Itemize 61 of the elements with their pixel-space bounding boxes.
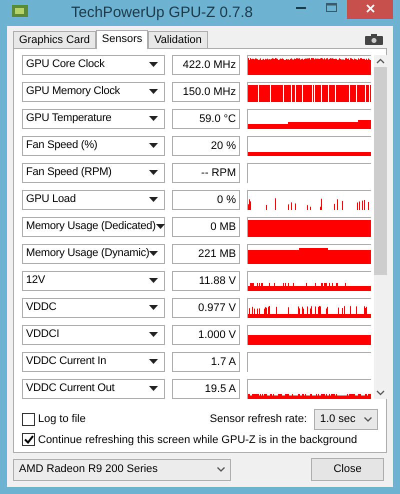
tab[interactable]: Graphics Card — [13, 30, 96, 48]
minimize-icon[interactable] — [296, 7, 306, 10]
sensor-value: -- RPM — [172, 162, 240, 182]
refresh-rate-select[interactable]: 1.0 sec — [314, 408, 378, 430]
sensor-value: 0 MB — [172, 216, 240, 236]
sensor-value: 0 % — [172, 190, 240, 210]
scroll-down-icon[interactable] — [376, 390, 385, 396]
sensor-value: 1.7 A — [172, 352, 240, 372]
sensor-select[interactable]: GPU Load — [22, 190, 165, 210]
sensor-select[interactable]: 12V — [22, 270, 165, 290]
dropdown-arrow-icon — [156, 224, 165, 229]
sensor-value: 11.88 V — [172, 270, 240, 290]
sensor-select[interactable]: GPU Core Clock — [22, 54, 165, 74]
sensor-value: 0.977 V — [172, 298, 240, 318]
window-title: TechPowerUp GPU-Z 0.7.8 — [70, 2, 254, 22]
sensor-select[interactable]: GPU Temperature — [22, 108, 165, 128]
sensor-select[interactable]: VDDC — [22, 298, 165, 318]
device-select[interactable]: AMD Radeon R9 200 Series — [13, 458, 231, 480]
dropdown-arrow-icon — [149, 143, 158, 148]
sensor-value: 422.0 MHz — [172, 54, 240, 74]
dropdown-arrow-icon — [149, 278, 158, 283]
sensor-select[interactable]: Memory Usage (Dynamic) — [22, 244, 165, 264]
dropdown-arrow-icon — [149, 89, 158, 94]
tab[interactable]: Validation — [148, 30, 208, 48]
dropdown-arrow-icon — [149, 305, 158, 310]
continue-checkbox[interactable] — [22, 433, 35, 446]
close-button[interactable]: Close — [311, 458, 384, 481]
dropdown-arrow-icon — [149, 62, 158, 67]
sensor-select[interactable]: VDDCI — [22, 324, 165, 344]
sensor-select[interactable]: VDDC Current In — [22, 352, 165, 372]
camera-icon[interactable] — [365, 34, 383, 44]
dropdown-arrow-icon — [149, 170, 158, 175]
dropdown-arrow-icon — [149, 197, 158, 202]
checkbox-label: Log to file — [38, 412, 86, 427]
sensor-value: 1.000 V — [172, 324, 240, 344]
close-icon[interactable] — [347, 0, 393, 20]
sensor-select[interactable]: GPU Memory Clock — [22, 82, 165, 102]
scroll-up-icon[interactable] — [376, 58, 385, 64]
dropdown-arrow-icon — [149, 332, 158, 337]
refresh-rate-label: Sensor refresh rate: — [210, 412, 307, 427]
sensor-select[interactable]: Fan Speed (%) — [22, 136, 165, 156]
chevron-icon — [364, 416, 372, 422]
sensor-value: 20 % — [172, 136, 240, 156]
dropdown-arrow-icon — [149, 386, 158, 391]
sensor-value: 221 MB — [172, 244, 240, 264]
maximize-icon[interactable] — [326, 3, 337, 12]
dropdown-arrow-icon — [149, 251, 158, 256]
dropdown-arrow-icon — [149, 359, 158, 364]
sensor-value: 59.0 °C — [172, 108, 240, 128]
sensor-value: 19.5 A — [172, 378, 240, 398]
log-checkbox[interactable] — [22, 412, 35, 426]
sensor-value: 150.0 MHz — [172, 82, 240, 102]
chevron-icon — [217, 467, 225, 472]
sensor-select[interactable]: Memory Usage (Dedicated) — [22, 216, 165, 236]
checkbox-label: Continue refreshing this screen while GPU-Z is in the background — [38, 432, 358, 448]
sensor-select[interactable]: VDDC Current Out — [22, 378, 165, 398]
dropdown-arrow-icon — [149, 116, 158, 121]
tab[interactable]: Sensors — [96, 30, 148, 48]
scrollbar-thumb[interactable] — [374, 66, 387, 274]
app-icon — [12, 4, 28, 18]
sensor-select[interactable]: Fan Speed (RPM) — [22, 162, 165, 182]
